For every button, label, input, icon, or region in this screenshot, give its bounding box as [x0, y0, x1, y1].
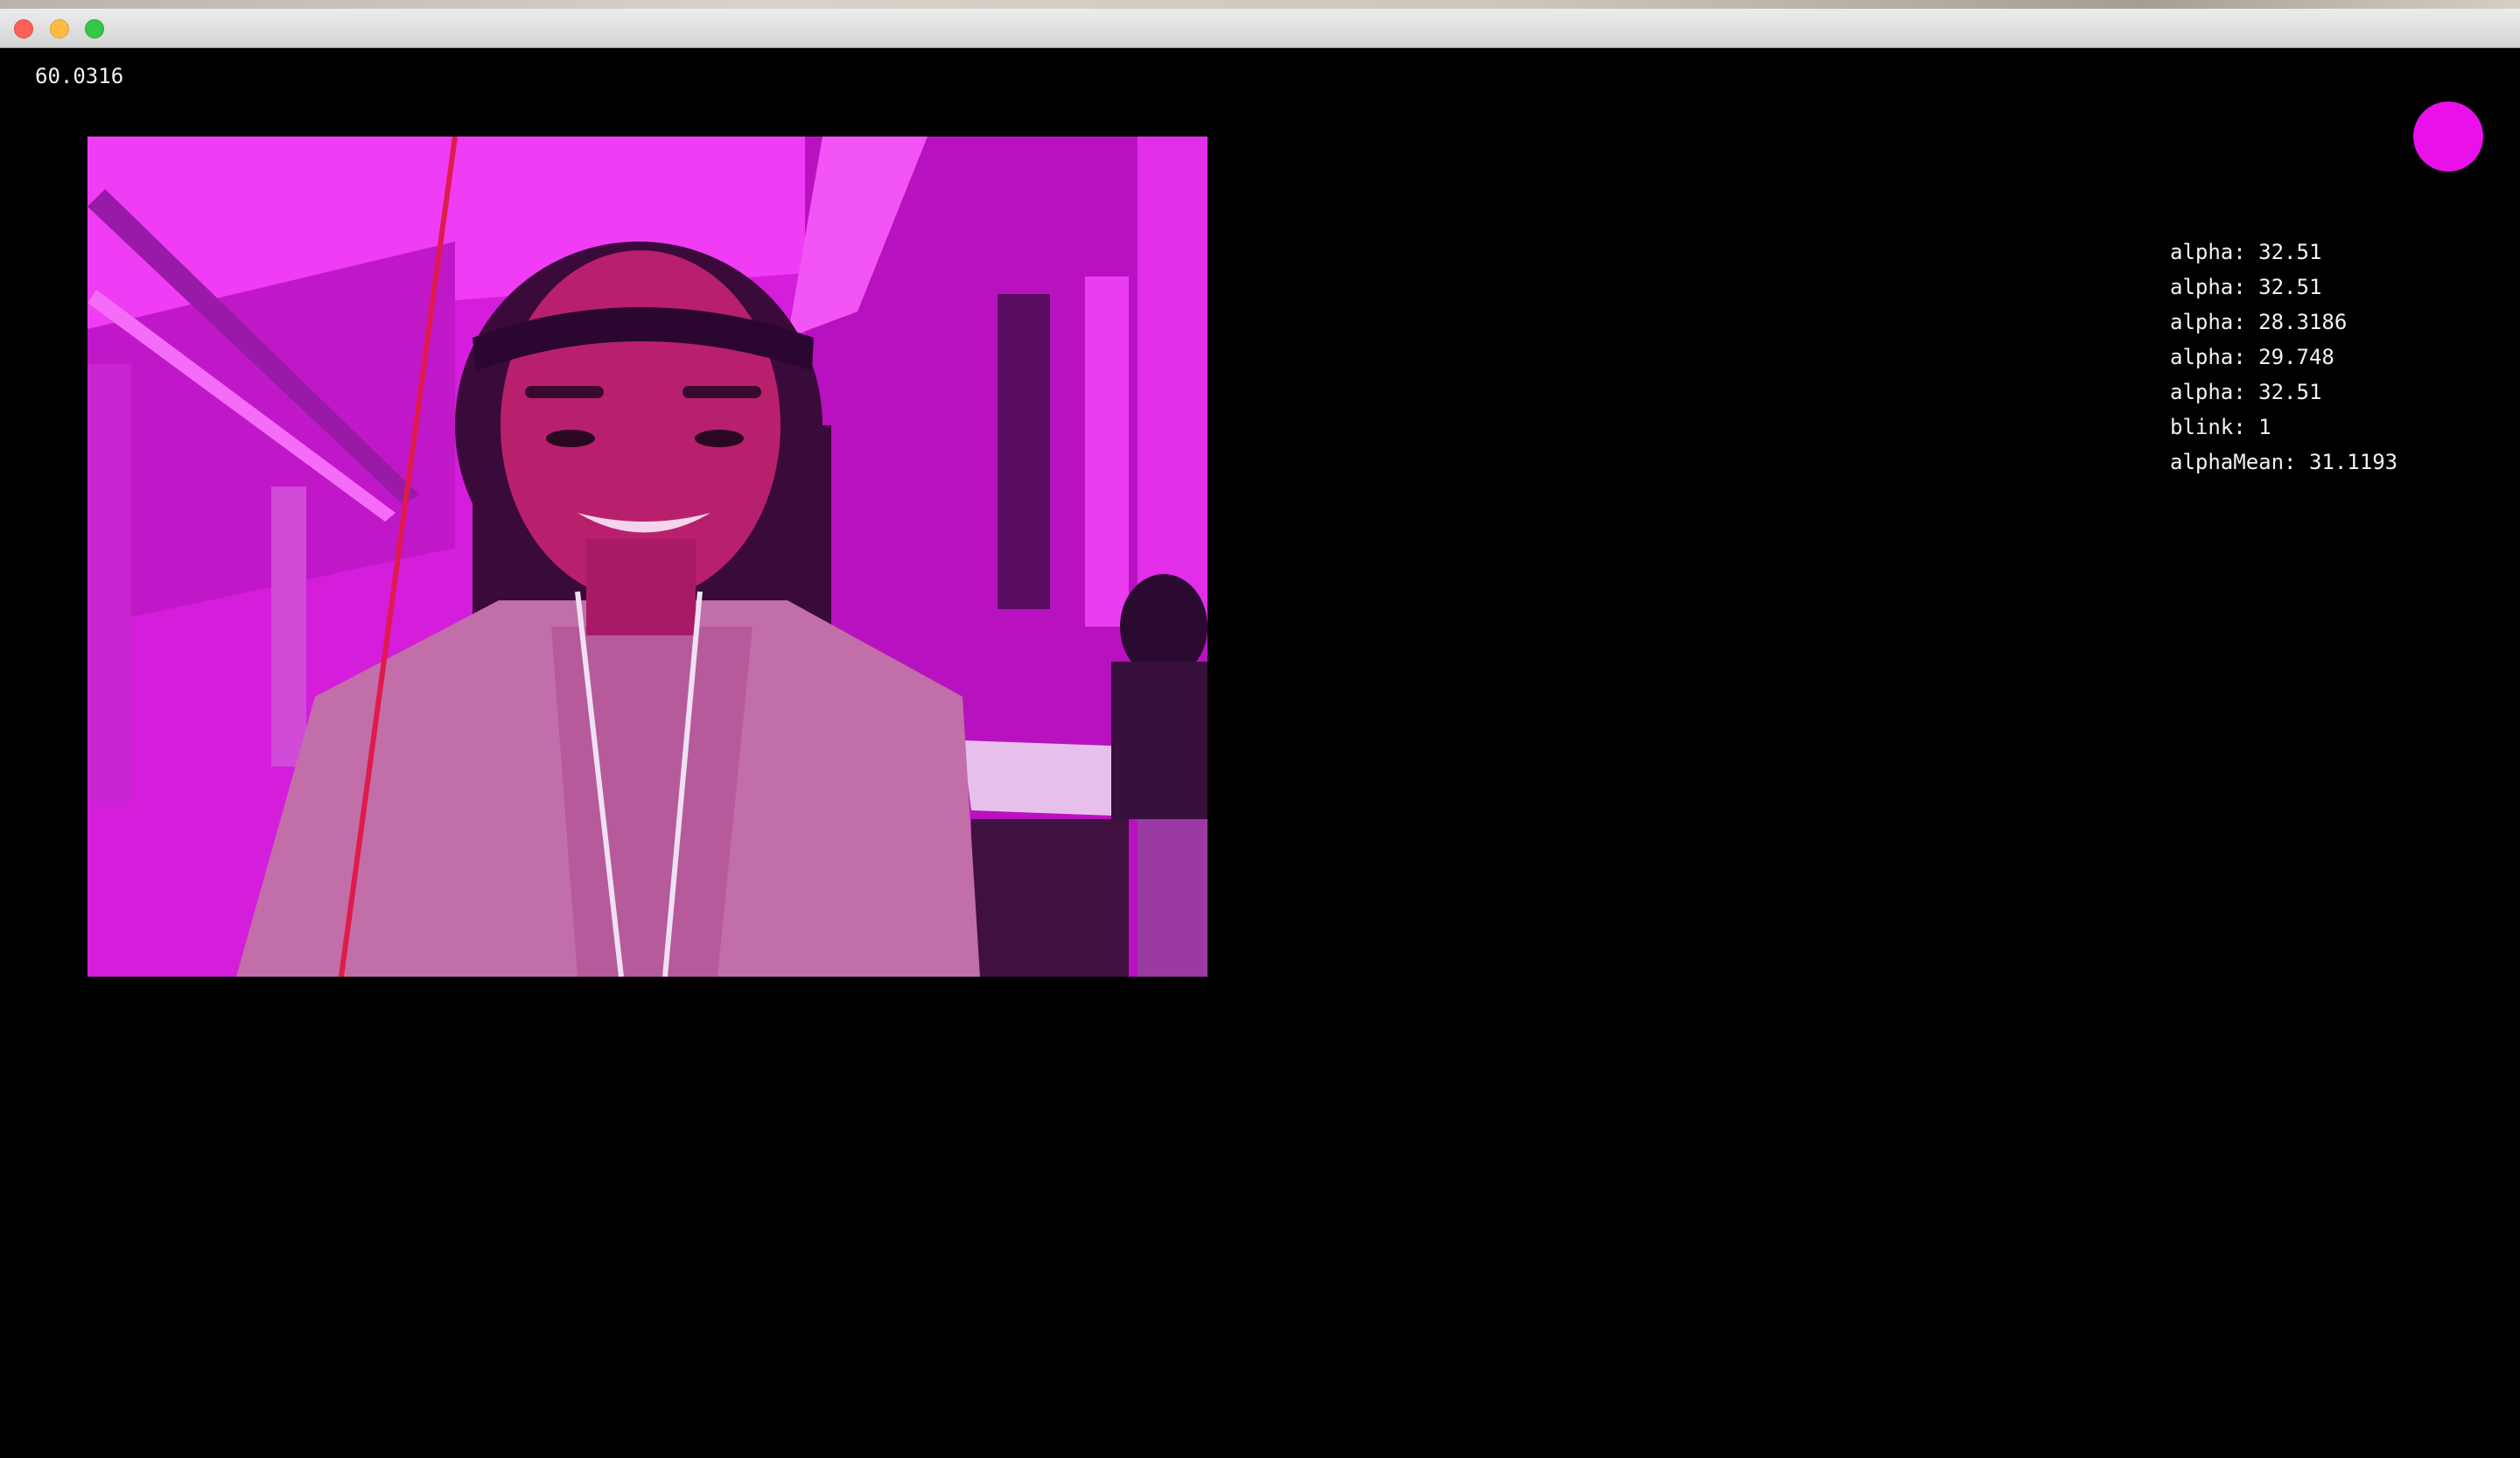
alpha-readout: alpha: 32.51 — [2170, 275, 2322, 299]
zoom-window-button[interactable] — [85, 19, 104, 39]
minimize-window-button[interactable] — [50, 19, 69, 39]
blink-readout: blink: 1 — [2170, 415, 2272, 439]
webcam-feed-image — [88, 137, 1208, 977]
sketch-canvas: 60.0316 alpha: 32.51 alpha: 32.51 alpha:… — [0, 49, 2520, 1458]
alpha-mean-readout: alphaMean: 31.1193 — [2170, 450, 2398, 474]
close-window-button[interactable] — [14, 19, 33, 39]
alpha-readout: alpha: 32.51 — [2170, 380, 2322, 404]
alpha-readout: alpha: 29.748 — [2170, 345, 2334, 369]
frame-rate-readout: 60.0316 — [35, 64, 124, 88]
alpha-readout: alpha: 28.3186 — [2170, 310, 2348, 334]
window-titlebar[interactable] — [0, 9, 2520, 48]
blink-indicator-dot — [2413, 102, 2483, 172]
desktop-background-strip — [0, 0, 2520, 9]
eeg-readout-panel: alpha: 32.51 alpha: 32.51 alpha: 28.3186… — [2170, 235, 2485, 480]
webcam-feed — [88, 137, 1208, 977]
alpha-readout: alpha: 32.51 — [2170, 240, 2322, 264]
